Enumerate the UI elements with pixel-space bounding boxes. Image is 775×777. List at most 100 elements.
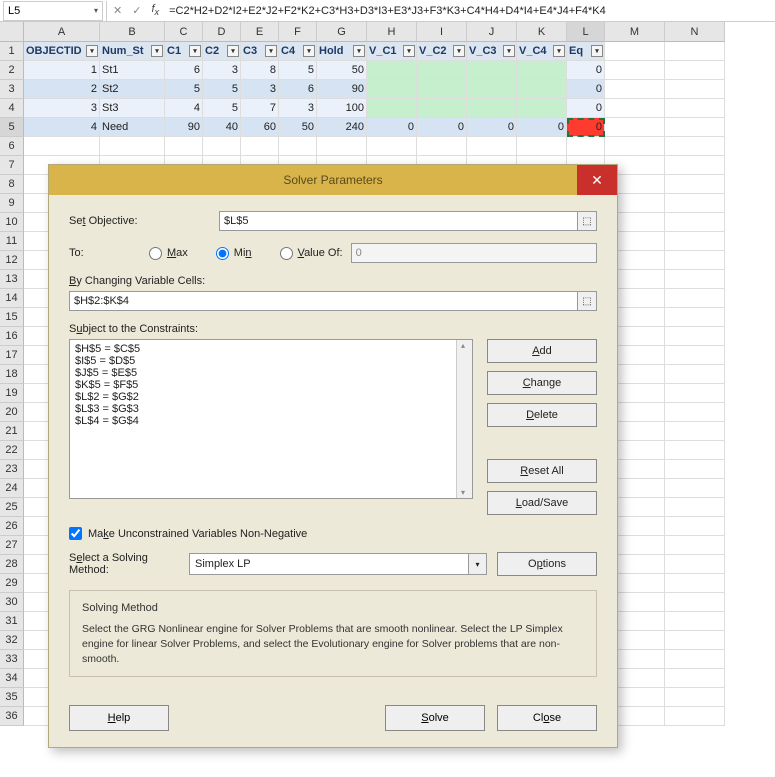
row-header[interactable]: 7	[0, 156, 24, 175]
cell[interactable]	[665, 498, 725, 517]
cell[interactable]	[665, 688, 725, 707]
cell[interactable]	[517, 61, 567, 80]
row-header[interactable]: 36	[0, 707, 24, 726]
cell[interactable]	[665, 460, 725, 479]
filter-arrow-icon[interactable]: ▾	[453, 45, 465, 57]
cell[interactable]	[665, 232, 725, 251]
cell[interactable]	[665, 612, 725, 631]
enter-icon[interactable]: ✓	[132, 4, 141, 17]
row-header[interactable]: 24	[0, 479, 24, 498]
formula-input[interactable]: =C2*H2+D2*I2+E2*J2+F2*K2+C3*H3+D3*I3+E3*…	[165, 5, 775, 17]
cancel-icon[interactable]: ✕	[113, 4, 122, 17]
constraint-item[interactable]: $K$5 = $F$5	[75, 379, 467, 391]
col-header[interactable]: L	[567, 22, 605, 42]
cell[interactable]	[665, 327, 725, 346]
range-picker-icon[interactable]: ⬚	[577, 291, 597, 311]
cell[interactable]	[665, 669, 725, 688]
row-header[interactable]: 34	[0, 669, 24, 688]
cell[interactable]	[605, 137, 665, 156]
cell[interactable]: 5	[165, 80, 203, 99]
delete-button[interactable]: Delete	[487, 403, 597, 427]
cell[interactable]: St2	[100, 80, 165, 99]
cell[interactable]	[367, 99, 417, 118]
cell[interactable]: 3	[24, 99, 100, 118]
row-header[interactable]: 6	[0, 137, 24, 156]
constraint-item[interactable]: $L$2 = $G$2	[75, 391, 467, 403]
row-header[interactable]: 33	[0, 650, 24, 669]
filter-arrow-icon[interactable]: ▾	[86, 45, 98, 57]
insert-function-icon[interactable]: fx	[151, 3, 159, 17]
cell[interactable]: 5	[279, 61, 317, 80]
filter-arrow-icon[interactable]: ▾	[591, 45, 603, 57]
row-header[interactable]: 14	[0, 289, 24, 308]
cell[interactable]: 0	[567, 99, 605, 118]
row-header[interactable]: 8	[0, 175, 24, 194]
cell[interactable]	[665, 479, 725, 498]
row-header[interactable]: 10	[0, 213, 24, 232]
cell[interactable]	[665, 365, 725, 384]
row-header[interactable]: 1	[0, 42, 24, 61]
chevron-down-icon[interactable]: ▾	[94, 6, 98, 15]
cell[interactable]	[665, 574, 725, 593]
filter-arrow-icon[interactable]: ▾	[151, 45, 163, 57]
cell[interactable]: 60	[241, 118, 279, 137]
col-header[interactable]: E	[241, 22, 279, 42]
close-button[interactable]: ✕	[577, 165, 617, 195]
row-header[interactable]: 32	[0, 631, 24, 650]
cell[interactable]	[665, 80, 725, 99]
cell[interactable]	[467, 80, 517, 99]
name-box[interactable]: L5 ▾	[3, 1, 103, 21]
cell[interactable]: 3	[241, 80, 279, 99]
cell[interactable]: 0	[417, 118, 467, 137]
value-of-input[interactable]: 0	[351, 243, 597, 263]
cell[interactable]	[100, 137, 165, 156]
table-header-cell[interactable]: Num_St▾	[100, 42, 165, 61]
constraint-item[interactable]: $L$3 = $G$3	[75, 403, 467, 415]
cell[interactable]: 0	[467, 118, 517, 137]
cell[interactable]: 50	[317, 61, 367, 80]
row-header[interactable]: 18	[0, 365, 24, 384]
changing-cells-input[interactable]: $H$2:$K$4	[69, 291, 578, 311]
col-header[interactable]: H	[367, 22, 417, 42]
dialog-titlebar[interactable]: Solver Parameters ✕	[49, 165, 617, 195]
constraints-listbox[interactable]: $H$5 = $C$5$I$5 = $D$5$J$5 = $E$5$K$5 = …	[69, 339, 473, 499]
cell[interactable]: 2	[24, 80, 100, 99]
select-all-corner[interactable]	[0, 22, 24, 42]
cell[interactable]	[467, 99, 517, 118]
table-header-cell[interactable]: OBJECTID▾	[24, 42, 100, 61]
cell[interactable]: 6	[279, 80, 317, 99]
cell[interactable]	[665, 422, 725, 441]
cell[interactable]	[417, 61, 467, 80]
filter-arrow-icon[interactable]: ▾	[503, 45, 515, 57]
cell[interactable]	[417, 137, 467, 156]
cell[interactable]: 90	[165, 118, 203, 137]
row-header[interactable]: 29	[0, 574, 24, 593]
table-header-cell[interactable]: C4▾	[279, 42, 317, 61]
scrollbar[interactable]	[456, 340, 472, 498]
cell[interactable]	[517, 80, 567, 99]
change-button[interactable]: Change	[487, 371, 597, 395]
reset-all-button[interactable]: Reset All	[487, 459, 597, 483]
col-header[interactable]: M	[605, 22, 665, 42]
col-header[interactable]: F	[279, 22, 317, 42]
cell[interactable]: 0	[517, 118, 567, 137]
constraint-item[interactable]: $I$5 = $D$5	[75, 355, 467, 367]
row-header[interactable]: 15	[0, 308, 24, 327]
cell[interactable]: 4	[24, 118, 100, 137]
cell[interactable]	[665, 99, 725, 118]
cell[interactable]	[279, 137, 317, 156]
cell[interactable]	[367, 137, 417, 156]
row-header[interactable]: 26	[0, 517, 24, 536]
constraint-item[interactable]: $H$5 = $C$5	[75, 343, 467, 355]
cell[interactable]	[665, 213, 725, 232]
cell[interactable]	[665, 289, 725, 308]
cell[interactable]	[467, 61, 517, 80]
cell[interactable]	[665, 536, 725, 555]
row-header[interactable]: 3	[0, 80, 24, 99]
cell[interactable]	[317, 137, 367, 156]
cell[interactable]: 0	[567, 80, 605, 99]
cell[interactable]	[517, 137, 567, 156]
min-radio[interactable]: Min	[216, 247, 252, 260]
cell[interactable]: 3	[203, 61, 241, 80]
constraint-item[interactable]: $L$4 = $G$4	[75, 415, 467, 427]
